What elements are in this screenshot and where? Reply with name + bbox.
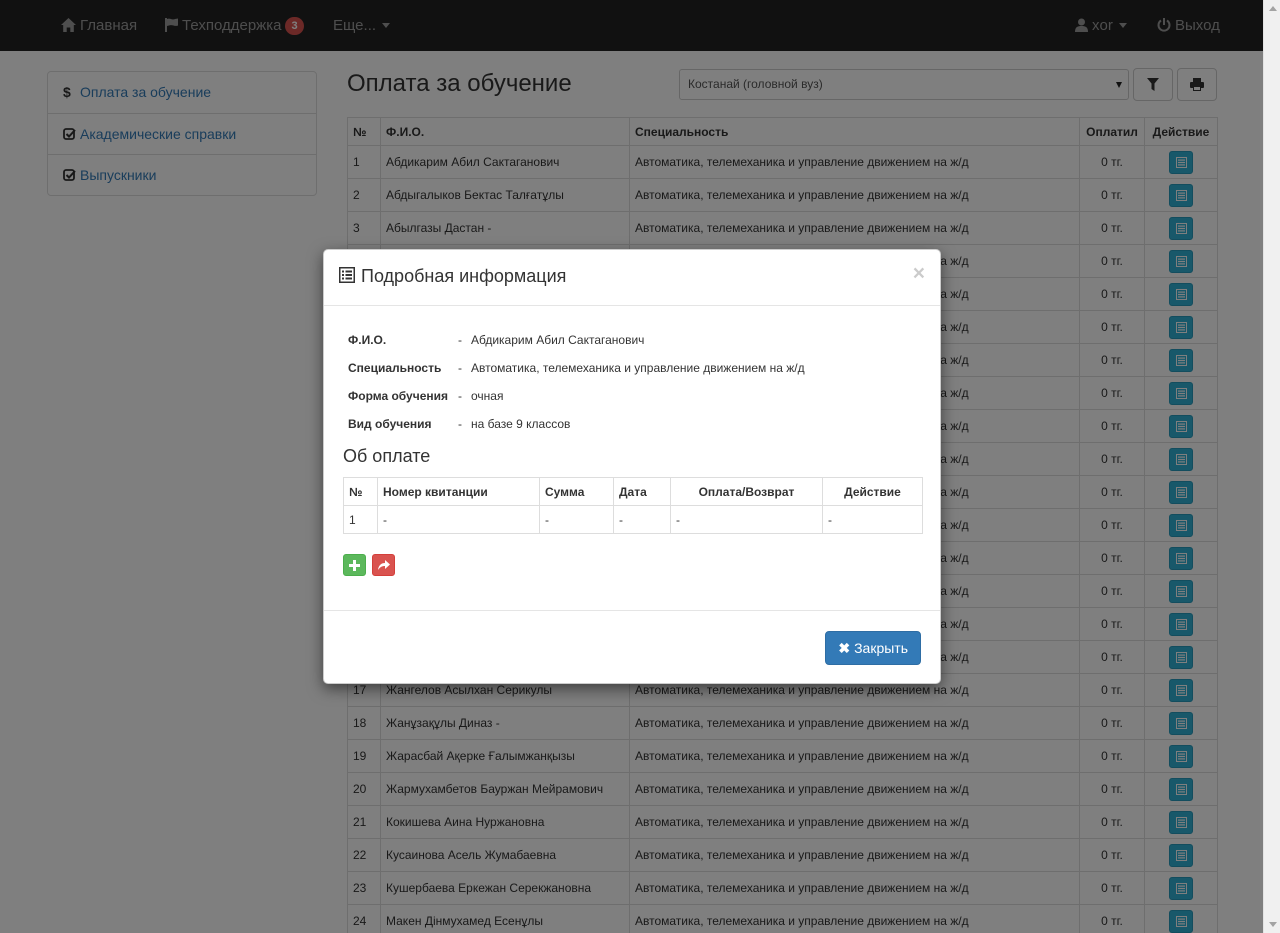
pay-col-type: Оплата/Возврат [670, 477, 823, 506]
payment-table: № Номер квитанции Сумма Дата Оплата/Возв… [343, 477, 923, 534]
list-alt-icon [339, 267, 355, 283]
info-label: Специальность [348, 361, 442, 375]
refund-button[interactable] [372, 554, 395, 576]
details-modal: Подробная информация × Ф.И.О. - Абдикари… [323, 249, 941, 684]
pay-col-date: Дата [613, 477, 671, 506]
info-dash: - [458, 389, 462, 403]
payment-header-row: № Номер квитанции Сумма Дата Оплата/Возв… [343, 477, 923, 506]
modal-title-text: Подробная информация [361, 266, 567, 286]
scroll-down-arrow-icon[interactable] [1269, 922, 1277, 927]
info-value: на базе 9 классов [471, 417, 571, 431]
page-scrollbar[interactable] [1263, 0, 1280, 933]
info-dash: - [458, 361, 462, 375]
close-button[interactable]: ✖ Закрыть [825, 631, 921, 665]
share-arrow-icon [377, 559, 390, 570]
pay-cell-receipt: - [377, 505, 540, 534]
pay-col-action: Действие [822, 477, 923, 506]
modal-title: Подробная информация [339, 266, 566, 287]
pay-col-receipt: Номер квитанции [377, 477, 540, 506]
payment-row: 1 - - - - - [343, 505, 923, 534]
pay-cell-sum: - [539, 505, 614, 534]
info-dash: - [458, 333, 462, 347]
payment-section-title: Об оплате [343, 446, 431, 466]
info-label: Форма обучения [348, 389, 448, 403]
info-dash: - [458, 417, 462, 431]
info-value: Абдикарим Абил Сактаганович [471, 333, 645, 347]
pay-cell-action: - [822, 505, 923, 534]
pay-col-number: № [343, 477, 378, 506]
pay-cell-type: - [670, 505, 823, 534]
pay-col-sum: Сумма [539, 477, 614, 506]
close-button-label: Закрыть [854, 640, 908, 656]
info-value: очная [471, 389, 504, 403]
close-icon[interactable]: × [913, 263, 925, 284]
scroll-up-arrow-icon[interactable] [1269, 6, 1277, 11]
modal-header: Подробная информация × [324, 250, 940, 306]
modal-footer: ✖ Закрыть [324, 610, 940, 684]
pay-cell-date: - [613, 505, 671, 534]
pay-cell-number: 1 [343, 505, 378, 534]
close-icon: ✖ [838, 640, 851, 656]
plus-icon [349, 559, 360, 571]
add-payment-button[interactable] [343, 554, 366, 576]
info-label: Вид обучения [348, 417, 432, 431]
info-label: Ф.И.О. [348, 333, 387, 347]
info-value: Автоматика, телемеханика и управление дв… [471, 361, 805, 375]
